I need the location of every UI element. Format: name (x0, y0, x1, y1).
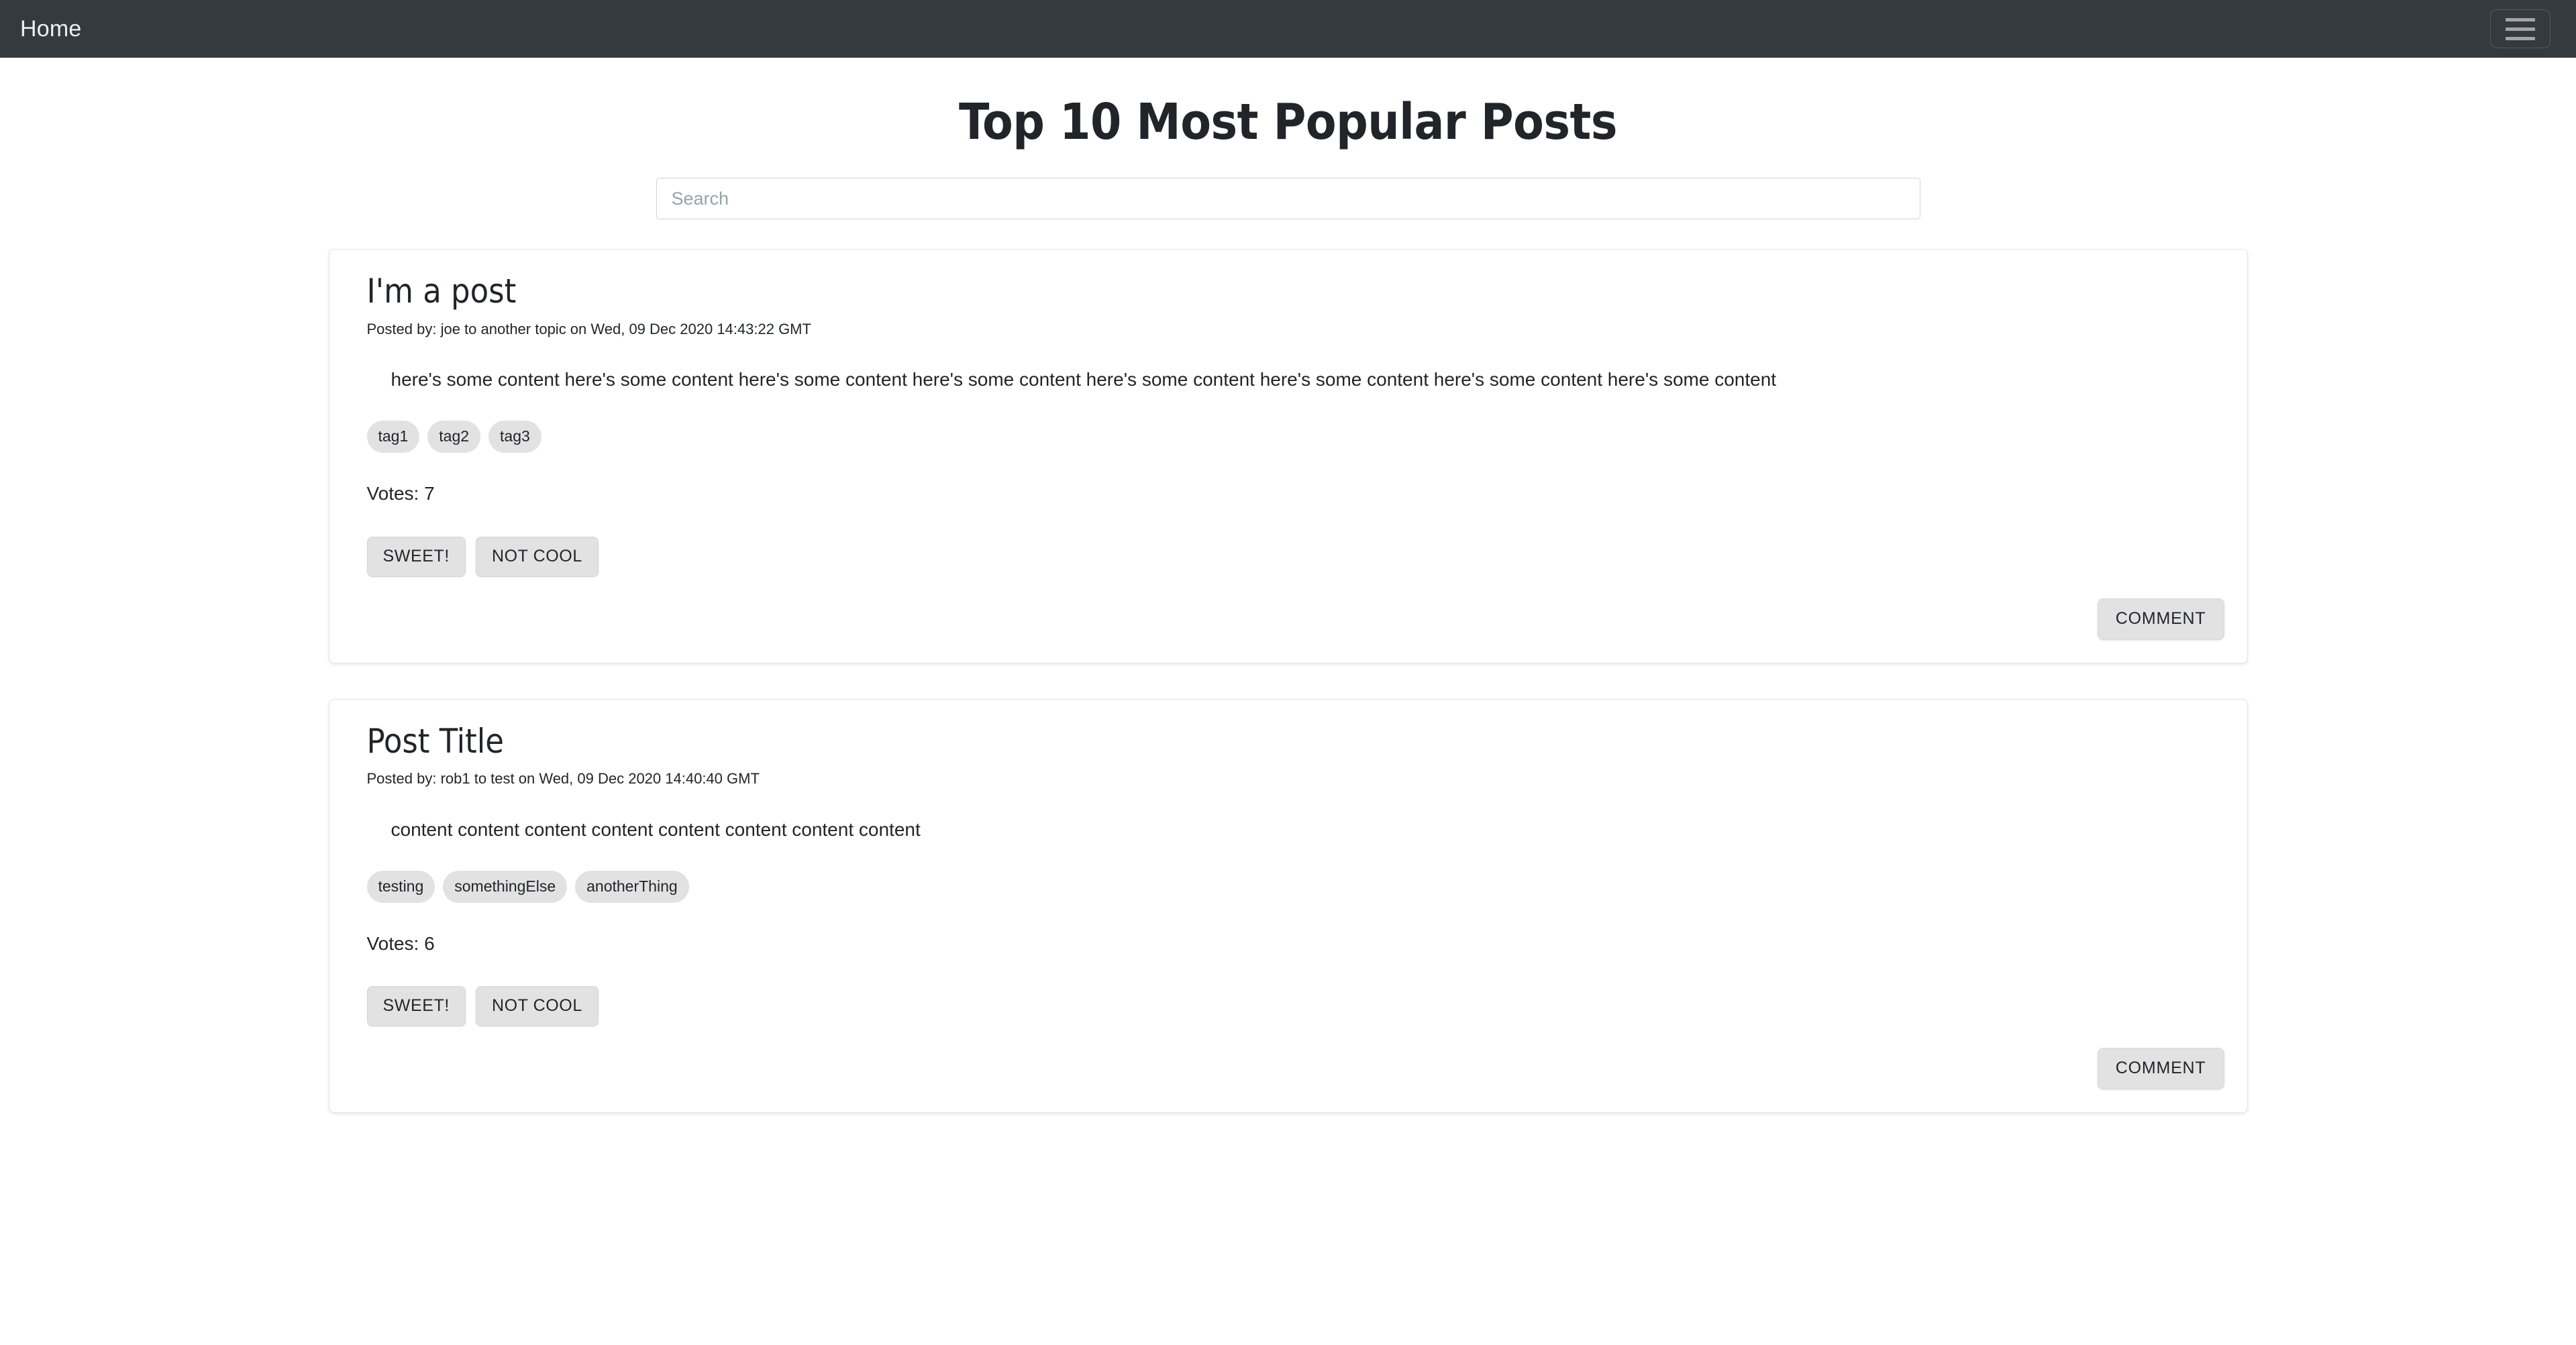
hamburger-bar-1 (2506, 17, 2535, 21)
navbar-brand-home[interactable]: Home (20, 17, 82, 40)
header-container: Top 10 Most Popular Posts (329, 93, 2248, 220)
downvote-button[interactable]: NOT COOL (475, 536, 599, 577)
top-navbar: Home (0, 0, 2576, 58)
tag-chip[interactable]: tag1 (366, 421, 420, 453)
post-footer: COMMENT (352, 577, 2224, 663)
downvote-button[interactable]: NOT COOL (475, 985, 599, 1026)
posts-list: I'm a post Posted by: joe to another top… (328, 219, 2248, 1113)
page-title: Top 10 Most Popular Posts (958, 93, 1618, 151)
post-card: Post Title Posted by: rob1 to test on We… (328, 698, 2248, 1113)
comment-button[interactable]: COMMENT (2097, 598, 2224, 640)
post-meta: Posted by: rob1 to test on Wed, 09 Dec 2… (366, 770, 760, 788)
vote-buttons: SWEET! NOT COOL (366, 536, 2210, 577)
upvote-button[interactable]: SWEET! (366, 536, 466, 577)
tag-chip[interactable]: testing (366, 870, 435, 903)
vote-buttons: SWEET! NOT COOL (366, 985, 2210, 1026)
main-content: Top 10 Most Popular Posts I'm a post Pos… (0, 95, 2576, 1113)
post-tags: tag1 tag2 tag3 (366, 421, 2210, 453)
post-body: Post Title Posted by: rob1 to test on We… (352, 722, 2224, 1026)
search-container (329, 178, 2248, 220)
upvote-button[interactable]: SWEET! (366, 985, 466, 1026)
hamburger-menu-icon[interactable] (2490, 9, 2551, 48)
post-body: I'm a post Posted by: joe to another top… (352, 272, 2224, 577)
comment-button[interactable]: COMMENT (2097, 1047, 2224, 1089)
tag-chip[interactable]: somethingElse (443, 870, 568, 903)
post-content: here's some content here's some content … (391, 369, 1777, 390)
hamburger-bar-3 (2506, 36, 2535, 40)
post-content: content content content content content … (391, 818, 921, 840)
tag-chip[interactable]: tag3 (488, 421, 542, 453)
post-card: I'm a post Posted by: joe to another top… (328, 249, 2248, 663)
post-title: I'm a post (366, 272, 517, 311)
tag-chip[interactable]: tag2 (427, 421, 481, 453)
post-tags: testing somethingElse anotherThing (366, 870, 2210, 903)
post-title: Post Title (366, 721, 504, 761)
post-meta: Posted by: joe to another topic on Wed, … (366, 320, 811, 337)
hamburger-bar-2 (2506, 27, 2535, 31)
votes-count: Votes: 7 (366, 483, 435, 504)
tag-chip[interactable]: anotherThing (575, 870, 689, 903)
votes-count: Votes: 6 (366, 932, 435, 954)
post-footer: COMMENT (352, 1026, 2224, 1112)
search-input[interactable] (656, 178, 1920, 220)
